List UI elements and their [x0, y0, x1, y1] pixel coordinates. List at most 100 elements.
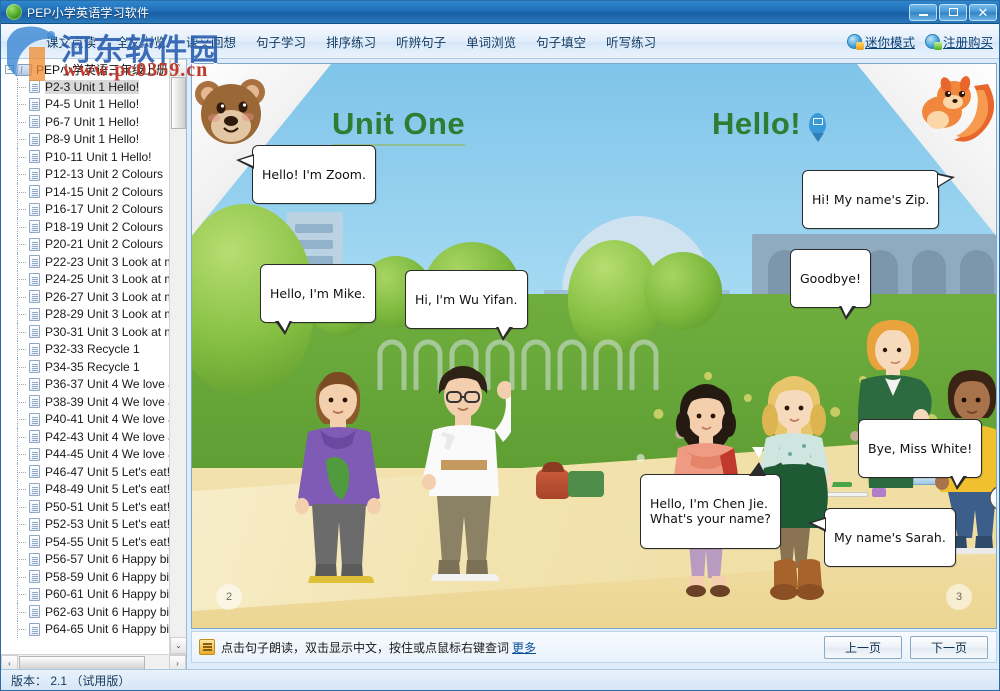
list-item[interactable]: P24-25 Unit 3 Look at me!	[15, 271, 169, 289]
list-item[interactable]: P14-15 Unit 2 Colours	[15, 183, 169, 201]
bubble-mike[interactable]: Hello, I'm Mike.	[260, 264, 376, 323]
list-item[interactable]: P20-21 Unit 2 Colours	[15, 236, 169, 254]
list-item[interactable]: P12-13 Unit 2 Colours	[15, 166, 169, 184]
bubble-zoom[interactable]: Hello! I'm Zoom.	[252, 145, 376, 204]
list-item-label: P28-29 Unit 3 Look at me!	[45, 307, 169, 321]
list-item[interactable]: P38-39 Unit 4 We love animals	[15, 393, 169, 411]
page-nav-buttons: 上一页 下一页	[824, 636, 996, 659]
mini-mode-link[interactable]: 迷你模式	[847, 32, 915, 51]
list-item[interactable]: P50-51 Unit 5 Let's eat!	[15, 498, 169, 516]
list-item-label: P2-3 Unit 1 Hello!	[45, 80, 139, 94]
character-mike	[290, 356, 388, 594]
list-item[interactable]: P44-45 Unit 4 We love animals	[15, 446, 169, 464]
bubble-tail	[839, 306, 856, 320]
list-item[interactable]: P58-59 Unit 6 Happy birthday!	[15, 568, 169, 586]
document-icon	[29, 168, 40, 181]
document-icon	[29, 255, 40, 268]
list-item[interactable]: P52-53 Unit 5 Let's eat!	[15, 516, 169, 534]
tree-root-label: PEP小学英语三年级上册	[36, 61, 168, 78]
sidebar-vertical-scrollbar[interactable]: ⌃ ⌄	[169, 59, 186, 654]
tab-sentence-study[interactable]: 句子学习	[247, 28, 315, 55]
list-item[interactable]: P46-47 Unit 5 Let's eat!	[15, 463, 169, 481]
tree-root-node[interactable]: − PEP小学英语三年级上册	[1, 61, 169, 78]
document-icon	[29, 518, 40, 531]
bubble-goodbye-text: Goodbye!	[800, 271, 861, 286]
bubble-chenjie[interactable]: Hello, I'm Chen Jie. What's your name?	[640, 474, 781, 549]
close-button[interactable]: ✕	[969, 4, 997, 21]
list-item[interactable]: P54-55 Unit 5 Let's eat!	[15, 533, 169, 551]
bubble-misswhite[interactable]: Bye, Miss White!	[858, 419, 982, 478]
list-item-label: P4-5 Unit 1 Hello!	[45, 97, 139, 111]
tab-ordering-practice[interactable]: 排序练习	[317, 28, 385, 55]
vertical-scroll-thumb[interactable]	[171, 77, 186, 129]
hint-more-link[interactable]: 更多	[512, 639, 536, 656]
bubble-wuyifan[interactable]: Hi, I'm Wu Yifan.	[405, 270, 528, 329]
bubble-zip[interactable]: Hi! My name's Zip.	[802, 170, 939, 229]
maximize-button[interactable]	[939, 4, 967, 21]
camera-pin-icon[interactable]	[809, 113, 826, 135]
list-item[interactable]: P8-9 Unit 1 Hello!	[15, 131, 169, 149]
tab-listen-discriminate[interactable]: 听辨句子	[387, 28, 455, 55]
document-icon	[29, 448, 40, 461]
bubble-sarah-text: My name's Sarah.	[834, 530, 946, 545]
list-item[interactable]: P18-19 Unit 2 Colours	[15, 218, 169, 236]
document-icon	[29, 483, 40, 496]
tab-recall[interactable]: 课文回想	[177, 28, 245, 55]
list-item-label: P40-41 Unit 4 We love animals	[45, 412, 169, 426]
list-item[interactable]: P6-7 Unit 1 Hello!	[15, 113, 169, 131]
list-item[interactable]: P10-11 Unit 1 Hello!	[15, 148, 169, 166]
wuyifan-svg	[417, 352, 511, 592]
lesson-page-illustration[interactable]: Unit One Hello!	[191, 63, 997, 629]
scroll-up-button[interactable]: ⌃	[170, 59, 187, 76]
bear-svg	[191, 68, 280, 154]
tab-full-browse[interactable]: 全文浏览	[107, 28, 175, 55]
document-icon	[29, 185, 40, 198]
list-item[interactable]: P42-43 Unit 4 We love animals	[15, 428, 169, 446]
scroll-down-button[interactable]: ⌄	[170, 637, 187, 654]
lesson-tree-panel: − PEP小学英语三年级上册 P2-3 Unit 1 Hello! P4-5 Un…	[1, 59, 187, 671]
tab-read-aloud[interactable]: 课文点读	[37, 28, 105, 55]
list-item[interactable]: P56-57 Unit 6 Happy birthday!	[15, 551, 169, 569]
list-item[interactable]: P60-61 Unit 6 Happy birthday!	[15, 586, 169, 604]
camera-glyph	[813, 118, 823, 125]
list-item[interactable]: P36-37 Unit 4 We love animals	[15, 376, 169, 394]
list-item[interactable]: P30-31 Unit 3 Look at me!	[15, 323, 169, 341]
list-item[interactable]: P40-41 Unit 4 We love animals	[15, 411, 169, 429]
list-item[interactable]: P16-17 Unit 2 Colours	[15, 201, 169, 219]
list-item-label: P14-15 Unit 2 Colours	[45, 185, 163, 199]
mini-mode-icon	[847, 34, 862, 49]
book-icon	[16, 64, 32, 76]
bubble-goodbye[interactable]: Goodbye!	[790, 249, 871, 308]
backpack-on-ground	[536, 469, 570, 499]
list-item[interactable]: P62-63 Unit 6 Happy birthday!	[15, 603, 169, 621]
bubble-sarah[interactable]: My name's Sarah.	[824, 508, 956, 567]
list-item-label: P62-63 Unit 6 Happy birthday!	[45, 605, 169, 619]
main-toolbar: 课文点读 全文浏览 课文回想 句子学习 排序练习 听辨句子 单词浏览 句子填空 …	[1, 25, 1000, 59]
unit-title: Unit One	[332, 106, 465, 146]
tab-sentence-fill[interactable]: 句子填空	[527, 28, 595, 55]
maximize-icon	[949, 8, 958, 16]
bubble-tail	[749, 462, 766, 476]
next-page-button[interactable]: 下一页	[910, 636, 988, 659]
list-item[interactable]: P32-33 Recycle 1	[15, 341, 169, 359]
list-item[interactable]: P26-27 Unit 3 Look at me!	[15, 288, 169, 306]
list-item[interactable]: P22-23 Unit 3 Look at me!	[15, 253, 169, 271]
tab-word-browse[interactable]: 单词浏览	[457, 28, 525, 55]
prev-page-button[interactable]: 上一页	[824, 636, 902, 659]
list-item[interactable]: P28-29 Unit 3 Look at me!	[15, 306, 169, 324]
bubble-tail	[496, 327, 513, 341]
lesson-title: Hello!	[712, 106, 801, 142]
list-item[interactable]: P2-3 Unit 1 Hello!	[15, 78, 169, 96]
list-item-label: P18-19 Unit 2 Colours	[45, 220, 163, 234]
list-item[interactable]: P34-35 Recycle 1	[15, 358, 169, 376]
list-item[interactable]: P4-5 Unit 1 Hello!	[15, 96, 169, 114]
list-item[interactable]: P48-49 Unit 5 Let's eat!	[15, 481, 169, 499]
register-purchase-link[interactable]: 注册购买	[925, 32, 993, 51]
title-bar: PEP小学英语学习软件 ✕	[1, 1, 1000, 24]
list-item[interactable]: P64-65 Unit 6 Happy birthday!	[15, 621, 169, 639]
minimize-icon	[919, 14, 928, 16]
tab-dictation-practice[interactable]: 听写练习	[597, 28, 665, 55]
minimize-button[interactable]	[909, 4, 937, 21]
collapse-icon[interactable]: −	[5, 65, 14, 74]
bubble-mike-text: Hello, I'm Mike.	[270, 286, 366, 301]
